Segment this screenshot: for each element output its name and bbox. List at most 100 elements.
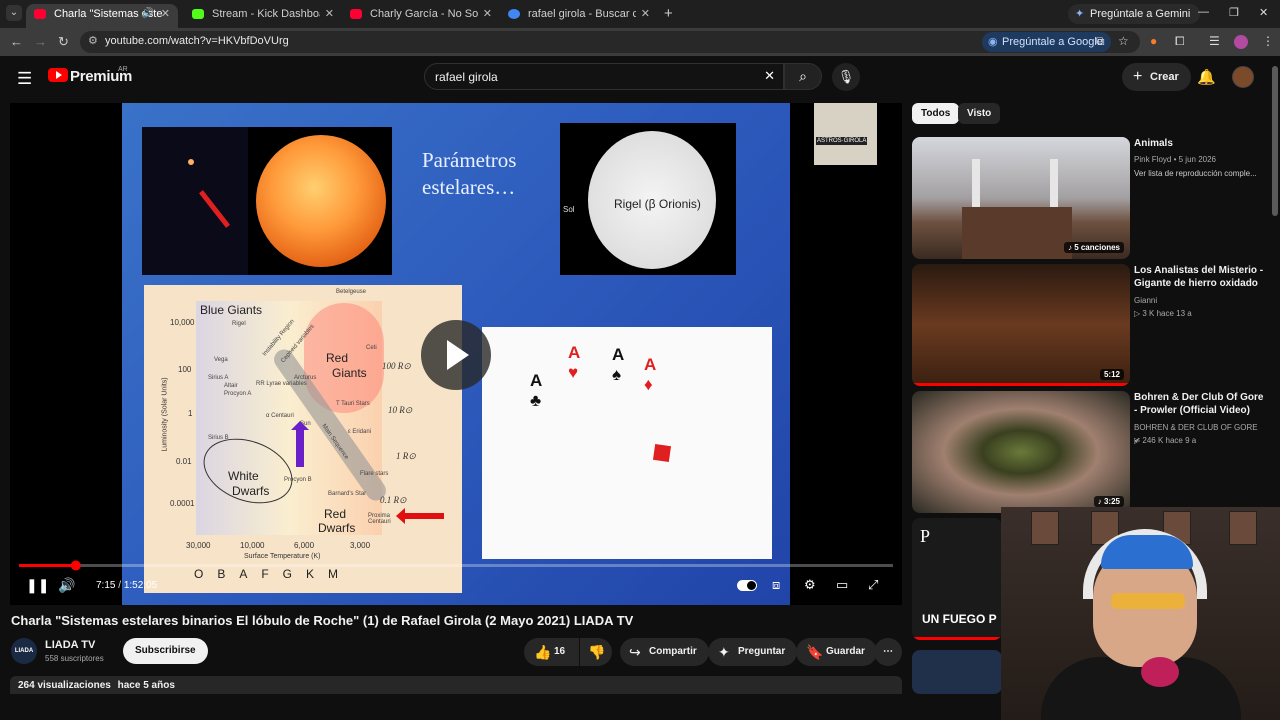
tab-label: rafael girola - Buscar con Goog <box>528 8 636 20</box>
channel-name[interactable]: BOHREN & DER CLUB OF GORE <box>1134 423 1258 432</box>
tab-search-icon[interactable]: ⌄ <box>6 5 22 21</box>
minimize-icon[interactable]: — <box>1198 6 1209 18</box>
star-label: Flare stars <box>360 471 389 477</box>
video-title[interactable]: Bohren & Der Club Of Gore - Prowler (Off… <box>1134 391 1264 417</box>
microphone-icon: 🎙 <box>837 69 855 84</box>
restore-icon[interactable]: ❐ <box>1229 6 1239 19</box>
radius-line-label: 0.1 R⊙ <box>380 495 407 505</box>
thumbnail-text: UN FUEGO P <box>922 612 997 626</box>
tab-charly-garcia[interactable]: Charly García - No Soy Un Extr ✕ <box>342 4 500 28</box>
site-info-icon[interactable]: ⚙ <box>88 34 98 47</box>
video-thumbnail[interactable]: 5:12 <box>912 264 1130 386</box>
channel-name[interactable]: Gianni <box>1134 294 1264 307</box>
badge-text: 3:25 <box>1103 497 1120 506</box>
forward-icon[interactable]: → <box>34 34 47 49</box>
google-lens-icon: ◉ <box>988 36 998 48</box>
like-count: 16 <box>554 646 566 657</box>
sparkle-icon: ✦ <box>718 644 730 660</box>
share-button[interactable]: ↪ Compartir <box>620 638 709 666</box>
url-text: youtube.com/watch?v=HKVbfDoVUrg <box>105 35 289 47</box>
playing-cards-image: A ♣ A ♥ A ♠ A ♦ <box>482 327 772 559</box>
chip-visto[interactable]: Visto <box>958 103 1001 124</box>
ace-of-clubs-card: A ♣ <box>530 371 543 410</box>
audio-playing-icon[interactable]: 🔊 <box>142 4 154 24</box>
ask-gemini-button[interactable]: ✦ Pregúntale a Gemini <box>1068 4 1201 24</box>
notifications-bell-icon[interactable]: 🔔 <box>1197 68 1216 86</box>
close-tab-icon[interactable]: ✕ <box>161 4 170 24</box>
hr-x-tick: 10,000 <box>240 541 265 550</box>
tab-kick-dashboard[interactable]: Stream - Kick Dashboard ✕ <box>184 4 342 28</box>
slide-title: Parámetros estelares… <box>422 147 516 201</box>
video-player[interactable]: Parámetros estelares… Rigel (β Orionis) … <box>10 103 902 605</box>
ask-button[interactable]: ✦ Preguntar <box>708 638 798 666</box>
star-label: Procyon B <box>284 477 312 483</box>
bookmark-star-icon[interactable]: ☆ <box>1118 34 1129 48</box>
extensions-puzzle-icon[interactable]: ⧠ <box>1175 34 1185 49</box>
dislike-button[interactable]: 👎 <box>580 638 612 666</box>
youtube-logo-icon[interactable] <box>48 68 68 82</box>
address-bar[interactable]: ⚙ youtube.com/watch?v=HKVbfDoVUrg <box>80 31 1140 53</box>
hamburger-menu-icon[interactable]: ☰ <box>17 69 32 89</box>
ask-google-button[interactable]: ◉ Pregúntale a Google <box>982 32 1111 52</box>
reload-icon[interactable]: ↻ <box>58 34 69 50</box>
install-app-icon[interactable]: ⧉ <box>1096 34 1105 49</box>
hr-x-tick: 30,000 <box>186 541 211 550</box>
subtitles-icon[interactable]: ⧈ <box>772 577 780 593</box>
like-button[interactable]: 👍 16 <box>524 638 579 666</box>
channel-name[interactable]: Pink Floyd <box>1134 155 1171 164</box>
miniplayer-icon[interactable]: ▭ <box>836 577 848 593</box>
progress-track <box>19 564 893 567</box>
browser-toolbar: ← → ↻ ⚙ youtube.com/watch?v=HKVbfDoVUrg … <box>0 28 1280 56</box>
description-box[interactable]: 264 visualizaciones hace 5 años <box>10 676 902 694</box>
hr-diagram: Luminosity (Solar Units) 10,000 100 1 0.… <box>144 285 462 593</box>
clear-search-icon[interactable]: ✕ <box>764 68 775 84</box>
close-tab-icon[interactable]: ✕ <box>325 4 334 24</box>
wall-poster <box>1229 511 1257 545</box>
search-button[interactable]: ⌕ <box>784 63 822 90</box>
volume-icon[interactable]: 🔊 <box>58 577 75 594</box>
sidebar-scrollbar[interactable] <box>1272 66 1278 216</box>
related-video-item[interactable]: 5:12 Los Analistas del Misterio - Gigant… <box>912 264 1268 388</box>
related-video-item[interactable]: ♪ 3:25 Bohren & Der Club Of Gore - Prowl… <box>912 391 1268 515</box>
more-actions-button[interactable]: ⋯ <box>874 638 902 666</box>
playlist-link[interactable]: Ver lista de reproducción comple... <box>1134 167 1264 180</box>
video-title[interactable]: Los Analistas del Misterio - Gigante de … <box>1134 264 1264 290</box>
power-station <box>962 207 1072 259</box>
chrome-menu-icon[interactable]: ⋮ <box>1262 34 1274 48</box>
reading-list-icon[interactable]: ☰ <box>1209 34 1220 48</box>
settings-gear-icon[interactable]: ⚙ <box>804 577 816 593</box>
create-button[interactable]: + Crear <box>1122 63 1191 91</box>
channel-name-link[interactable]: LIADA TV <box>45 639 95 651</box>
pause-icon[interactable]: ❚❚ <box>26 577 49 594</box>
star-label: Ceti <box>366 345 377 351</box>
save-button[interactable]: 🔖 Guardar <box>796 638 877 666</box>
browser-profile-avatar[interactable] <box>1234 35 1248 49</box>
player-progress-bar[interactable] <box>19 560 893 572</box>
voice-search-button[interactable]: 🎙 <box>832 63 860 91</box>
new-tab-icon[interactable]: + <box>664 5 673 22</box>
related-video-item[interactable]: ♪ 5 canciones Animals Pink Floyd • 5 jun… <box>912 137 1268 261</box>
tab-google-search[interactable]: rafael girola - Buscar con Goog ✕ <box>500 4 658 28</box>
close-tab-icon[interactable]: ✕ <box>641 4 650 24</box>
fullscreen-icon[interactable]: ⤢ <box>868 577 878 593</box>
video-title[interactable]: Animals <box>1134 137 1264 150</box>
extension-brave-icon[interactable]: ● <box>1150 34 1157 48</box>
video-thumbnail[interactable]: ♪ 5 canciones <box>912 137 1130 259</box>
autoplay-toggle[interactable] <box>737 580 757 591</box>
video-thumbnail[interactable] <box>912 650 1002 694</box>
presenter-thumbnail: ASTROS·GIROLA <box>814 103 877 165</box>
search-input[interactable]: rafael girola ✕ <box>424 63 784 90</box>
chip-todos[interactable]: Todos <box>912 103 960 124</box>
back-icon[interactable]: ← <box>10 34 23 49</box>
video-thumbnail[interactable]: P UN FUEGO P <box>912 518 1002 640</box>
user-avatar[interactable] <box>1232 66 1254 88</box>
tab-youtube-charla[interactable]: Charla "Sistemas estelares b 🔊 ✕ <box>26 4 178 28</box>
channel-avatar[interactable]: LIADA <box>11 638 37 664</box>
subscribe-button[interactable]: Subscribirse <box>123 638 208 664</box>
video-thumbnail[interactable]: ♪ 3:25 <box>912 391 1130 513</box>
close-tab-icon[interactable]: ✕ <box>483 4 492 24</box>
window-close-icon[interactable]: ✕ <box>1259 6 1268 19</box>
rigel-image: Rigel (β Orionis) Sol <box>560 123 736 275</box>
play-overlay-button[interactable] <box>421 320 491 390</box>
duration: 1:52:05 <box>123 580 158 591</box>
